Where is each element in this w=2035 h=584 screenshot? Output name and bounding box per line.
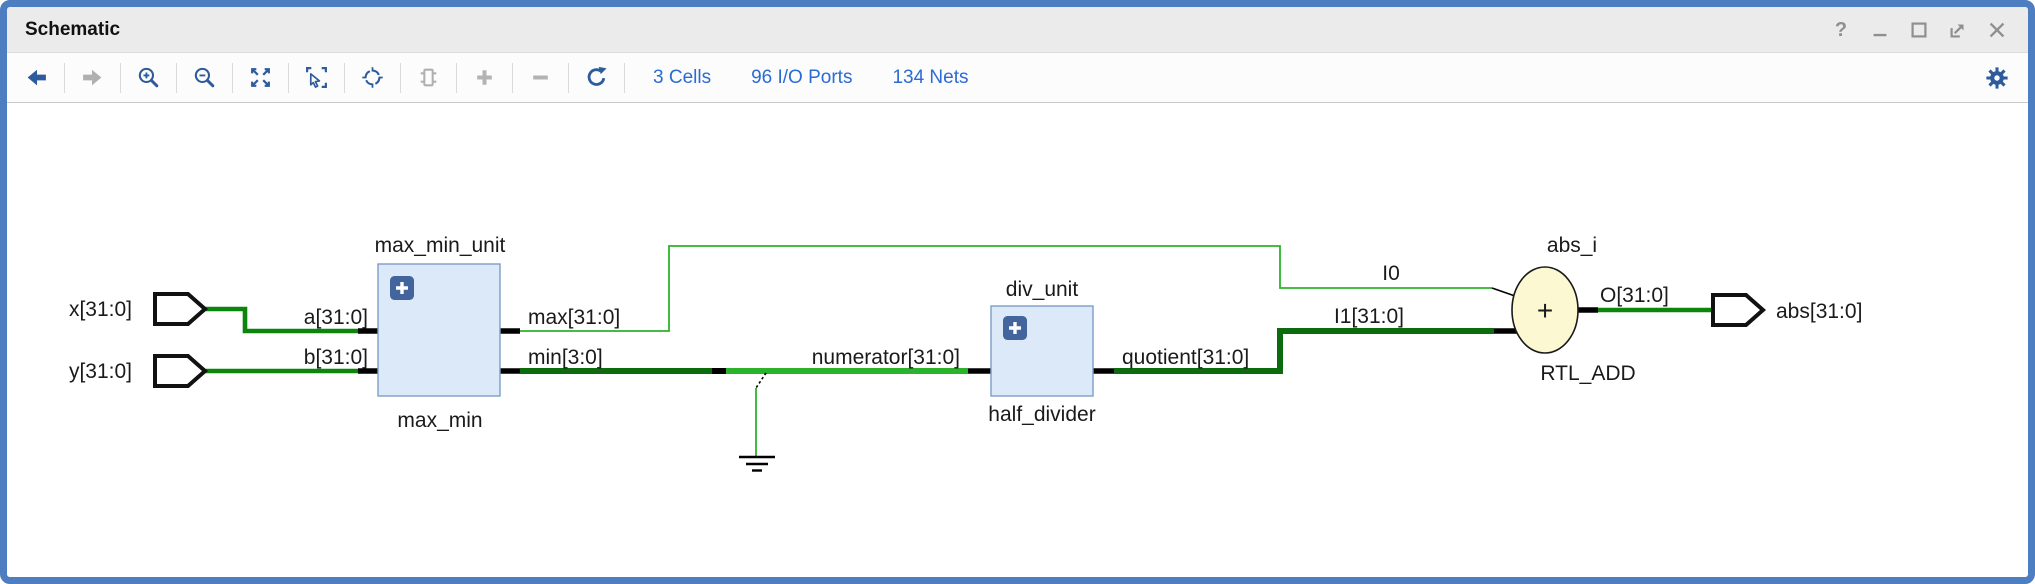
zoom-in-icon	[136, 65, 161, 90]
toolbar-separator	[232, 63, 233, 93]
nets-link[interactable]: 134 Nets	[892, 67, 968, 89]
toolbar-separator	[64, 63, 65, 93]
design-stats: 3 Cells 96 I/O Ports 134 Nets	[653, 67, 969, 89]
schematic-canvas[interactable]: + x[31:0] y[31:0] abs[31:0] max_min_unit…	[7, 103, 2028, 577]
window-title: Schematic	[25, 19, 120, 41]
port-abs[interactable]	[1713, 295, 1763, 325]
port-x[interactable]	[155, 294, 205, 324]
close-icon[interactable]	[1986, 19, 2008, 41]
cell-title-max-min-unit: max_min_unit	[375, 234, 506, 257]
toolbar-separator	[288, 63, 289, 93]
back-button[interactable]	[23, 64, 50, 91]
help-icon[interactable]: ?	[1830, 19, 1852, 41]
expand-cell-button[interactable]	[415, 64, 442, 91]
float-icon[interactable]	[1947, 19, 1969, 41]
toolbar-separator	[624, 63, 625, 93]
ground-tap	[756, 373, 766, 388]
toolbar-separator	[456, 63, 457, 93]
pin-label-i1: I1[31:0]	[1334, 305, 1404, 328]
pin-label-max: max[31:0]	[528, 306, 620, 329]
toolbar-separator	[568, 63, 569, 93]
pin-label-quotient: quotient[31:0]	[1122, 346, 1249, 369]
cell-subtitle-max-min: max_min	[397, 409, 482, 432]
toolbar-separator	[176, 63, 177, 93]
schematic-window: Schematic ?	[0, 0, 2035, 584]
zoom-fit-button[interactable]	[247, 64, 274, 91]
gear-icon	[1984, 65, 2010, 91]
settings-button[interactable]	[1983, 64, 2010, 91]
toolbar-separator	[512, 63, 513, 93]
refresh-icon	[584, 65, 609, 90]
expand-cell-icon	[416, 65, 441, 90]
zoom-out-icon	[192, 65, 217, 90]
pin-label-b: b[31:0]	[304, 346, 368, 369]
back-arrow-icon	[24, 65, 49, 90]
toolbar-separator	[344, 63, 345, 93]
plus-icon	[472, 65, 497, 90]
toolbar-separator	[400, 63, 401, 93]
forward-arrow-icon	[80, 65, 105, 90]
io-ports-link[interactable]: 96 I/O Ports	[751, 67, 852, 89]
pin-label-i0: I0	[1382, 262, 1400, 285]
cell-subtitle-rtl-add: RTL_ADD	[1540, 362, 1635, 385]
autofit-selection-button[interactable]	[359, 64, 386, 91]
expand-button-half-divider[interactable]	[1003, 316, 1027, 340]
window-controls: ?	[1830, 19, 2008, 41]
zoom-to-selection-icon	[304, 65, 329, 90]
zoom-in-button[interactable]	[135, 64, 162, 91]
port-label-y: y[31:0]	[69, 360, 132, 383]
cell-title-div-unit: div_unit	[1006, 278, 1079, 301]
port-label-x: x[31:0]	[69, 298, 132, 321]
pin-label-o: O[31:0]	[1600, 284, 1669, 307]
toolbar: 3 Cells 96 I/O Ports 134 Nets	[7, 53, 2028, 103]
port-y[interactable]	[155, 356, 205, 386]
autofit-selection-icon	[360, 65, 385, 90]
ground-symbol[interactable]	[739, 457, 775, 471]
port-label-abs: abs[31:0]	[1776, 300, 1862, 323]
maximize-icon[interactable]	[1908, 19, 1930, 41]
zoom-fit-icon	[248, 65, 273, 90]
pin-label-numerator: numerator[31:0]	[812, 346, 960, 369]
cell-title-abs-i: abs_i	[1547, 234, 1597, 257]
minus-icon	[528, 65, 553, 90]
zoom-to-selection-button[interactable]	[303, 64, 330, 91]
expand-button[interactable]	[471, 64, 498, 91]
cell-subtitle-half-divider: half_divider	[988, 403, 1095, 426]
pin-i0[interactable]	[1492, 288, 1515, 296]
toolbar-separator	[120, 63, 121, 93]
collapse-button[interactable]	[527, 64, 554, 91]
pin-label-min: min[3:0]	[528, 346, 603, 369]
operator-plus-symbol: +	[1537, 295, 1553, 326]
expand-button-max-min[interactable]	[390, 276, 414, 300]
forward-button[interactable]	[79, 64, 106, 91]
pin-label-a: a[31:0]	[304, 306, 368, 329]
titlebar: Schematic ?	[7, 7, 2028, 53]
zoom-out-button[interactable]	[191, 64, 218, 91]
cells-link[interactable]: 3 Cells	[653, 67, 711, 89]
regenerate-button[interactable]	[583, 64, 610, 91]
minimize-icon[interactable]	[1869, 19, 1891, 41]
